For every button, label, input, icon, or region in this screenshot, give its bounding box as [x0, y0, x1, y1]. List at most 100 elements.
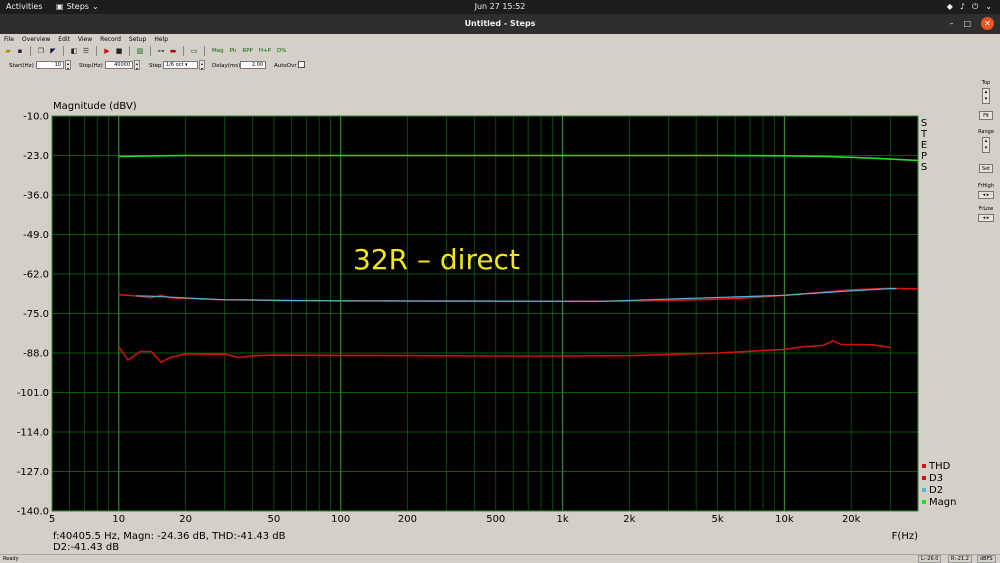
side-label-letter: E [921, 140, 927, 151]
magnitude-toggle[interactable]: Mag [210, 48, 226, 54]
y-tick-label: -127.0 [17, 467, 49, 478]
side-label-letter: S [921, 162, 927, 173]
left-level: L:-26.0 [918, 555, 942, 563]
cursor-icon[interactable]: ◤ [48, 46, 58, 56]
fit-button[interactable]: Fit [979, 111, 993, 120]
menu-overview[interactable]: Overview [22, 36, 50, 43]
legend-label-magn: Magn [929, 497, 956, 508]
x-tick-label: 20k [842, 514, 861, 525]
toolbar-divider [30, 45, 31, 56]
legend-swatch-magn [922, 500, 926, 504]
toolbar: ▰ ▪ ❐ ◤ ◧ ☰ ▶ ■ ▨ ⊶ ▬ ▭ Mag Ph RPP H+P D… [0, 44, 1000, 57]
side-label-letter: T [920, 129, 928, 140]
copy-icon[interactable]: ❐ [36, 46, 46, 56]
readout-line-2: D2:-41.43 dB [53, 542, 119, 553]
x-tick-label: 50 [268, 514, 281, 525]
menu-help[interactable]: Help [154, 36, 168, 43]
app-menu-button[interactable]: ▣ Steps ⌄ [56, 2, 99, 11]
maximize-button[interactable]: □ [963, 19, 971, 28]
side-label-letter: S [921, 118, 927, 129]
clock[interactable]: Jun 27 15:52 [0, 2, 1000, 11]
menu-edit[interactable]: Edit [58, 36, 70, 43]
device-icon[interactable]: ▬ [168, 46, 178, 56]
x-tick-label: 5k [712, 514, 724, 525]
menu-view[interactable]: View [78, 36, 92, 43]
frhigh-label: FrHigh [977, 183, 995, 189]
graph-icon[interactable]: ▨ [135, 46, 145, 56]
x-tick-label: 20 [179, 514, 192, 525]
toolbar-divider [63, 45, 64, 56]
autoovr-checkbox[interactable] [298, 61, 305, 68]
monitor-icon[interactable]: ▭ [189, 46, 199, 56]
status-ready: Ready [3, 556, 19, 562]
window-title-bar: Untitled - Steps – □ ✕ [0, 14, 1000, 34]
toolbar-divider [183, 45, 184, 56]
activities-button[interactable]: Activities [6, 2, 43, 11]
open-folder-icon[interactable]: ▰ [3, 46, 13, 56]
menu-setup[interactable]: Setup [129, 36, 146, 43]
y-tick-label: -62.0 [23, 270, 49, 281]
play-icon[interactable]: ▶ [102, 46, 112, 56]
sweep-parameters-bar: Start(Hz) ▴▾ Stop(Hz) ▴▾ Step 1/6 oct ▾ … [0, 58, 1000, 73]
stop-frequency-stepper[interactable]: ▴ ▾ [134, 60, 140, 71]
y-tick-label: -140.0 [17, 507, 49, 518]
x-tick-label: 500 [486, 514, 505, 525]
steps-side-label: STEPS [920, 118, 928, 173]
start-frequency-stepper[interactable]: ▴ ▾ [65, 60, 71, 71]
app-icon: ▣ [56, 2, 64, 11]
x-axis-label: F(Hz) [892, 531, 918, 542]
system-top-bar: Activities ▣ Steps ⌄ Jun 27 15:52 ◆ ♪ ⏻ … [0, 0, 1000, 14]
distortion-toggle[interactable]: D% [275, 48, 288, 54]
hp-toggle[interactable]: H+P [257, 48, 273, 54]
y-tick-label: -36.0 [23, 191, 49, 202]
frlow-stepper[interactable]: ◂ ▸ [978, 214, 994, 222]
rpp-toggle[interactable]: RPP [240, 48, 254, 54]
save-icon[interactable]: ▪ [15, 46, 25, 56]
right-level: R:-21.2 [948, 555, 972, 563]
frhigh-stepper[interactable]: ◂ ▸ [978, 191, 994, 199]
x-tick-label: 200 [398, 514, 417, 525]
chevron-down-icon: ⌄ [91, 2, 99, 11]
status-bar: Ready L:-26.0 R:-21.2 dBFS [0, 554, 1000, 563]
toolbar-divider [150, 45, 151, 56]
stop-icon[interactable]: ■ [114, 46, 124, 56]
split-view-icon[interactable]: ◧ [69, 46, 79, 56]
y-tick-label: -114.0 [17, 428, 49, 439]
window-title: Untitled - Steps [464, 19, 536, 28]
set-button[interactable]: Set [979, 164, 993, 173]
menu-file[interactable]: File [4, 36, 14, 43]
toolbar-divider [129, 45, 130, 56]
top-label: Top [981, 80, 991, 86]
close-button[interactable]: ✕ [981, 17, 994, 30]
start-label: Start(Hz) [9, 63, 34, 69]
x-tick-label: 5 [49, 514, 55, 525]
frequency-response-chart[interactable]: Magnitude (dBV) -10.0 -23.0 -36.0 -49.0 -62.… [0, 74, 970, 554]
start-frequency-input[interactable] [36, 61, 64, 69]
chevron-down-icon: ⌄ [985, 2, 992, 11]
menu-record[interactable]: Record [100, 36, 121, 43]
legend-label-thd: THD [928, 461, 951, 472]
top-stepper[interactable]: ▴ ▾ [982, 88, 990, 104]
step-select[interactable]: 1/6 oct ▾ [163, 61, 198, 69]
legend-swatch-thd [922, 464, 926, 468]
y-tick-label: -101.0 [17, 388, 49, 399]
readout-line-1: f:40405.5 Hz, Magn: -24.36 dB, THD:-41.4… [53, 531, 286, 542]
list-view-icon[interactable]: ☰ [81, 46, 91, 56]
delay-input[interactable] [240, 61, 266, 69]
power-icon: ⏻ [971, 2, 979, 11]
step-stepper[interactable]: ▴ ▾ [199, 60, 205, 71]
x-tick-label: 2k [623, 514, 635, 525]
autoovr-label: AutoOvr [274, 63, 297, 69]
range-stepper[interactable]: ▴ ▾ [982, 137, 990, 153]
chart-title: Magnitude (dBV) [53, 101, 137, 112]
connector-icon[interactable]: ⊶ [156, 46, 166, 56]
legend-swatch-d3 [922, 476, 926, 480]
x-tick-label: 10k [775, 514, 794, 525]
system-tray[interactable]: ◆ ♪ ⏻ ⌄ [947, 2, 992, 12]
menu-bar: File Overview Edit View Record Setup Hel… [0, 34, 1000, 44]
x-tick-label: 10 [112, 514, 125, 525]
phase-toggle[interactable]: Ph [228, 48, 239, 54]
minimize-button[interactable]: – [949, 19, 953, 28]
stop-frequency-input[interactable] [105, 61, 133, 69]
y-tick-label: -23.0 [23, 151, 49, 162]
